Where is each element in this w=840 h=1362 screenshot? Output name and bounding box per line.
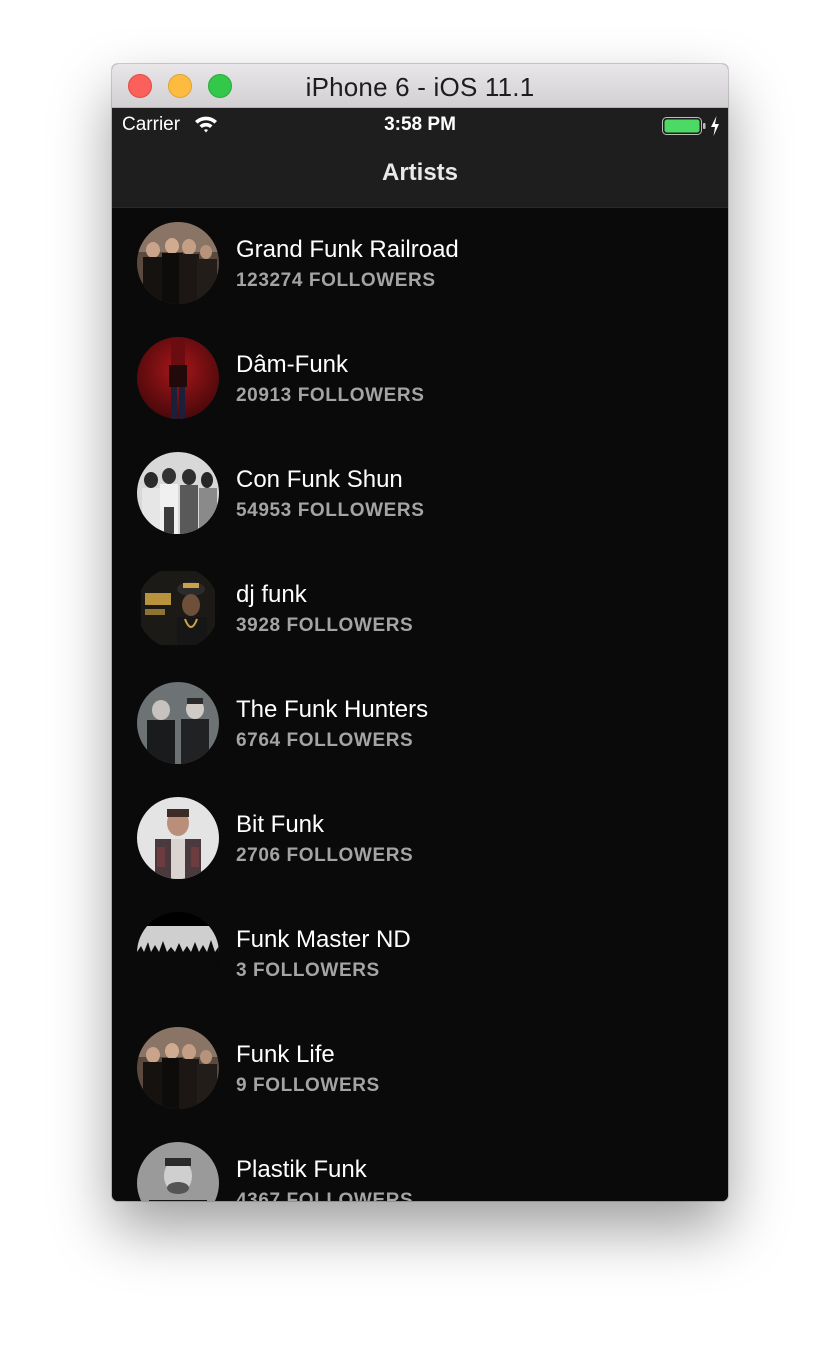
artist-avatar (137, 1142, 219, 1201)
battery-icon (662, 117, 706, 135)
artist-followers: 123274 FOLLOWERS (236, 270, 436, 291)
artist-followers: 6764 FOLLOWERS (236, 730, 414, 751)
artist-row[interactable]: dj funk 3928 FOLLOWERS (112, 553, 728, 668)
artist-avatar (137, 1027, 219, 1109)
artist-avatar (137, 797, 219, 879)
artist-name: dj funk (236, 581, 307, 608)
artist-avatar (137, 682, 219, 764)
artist-followers: 2706 FOLLOWERS (236, 845, 414, 866)
artist-followers: 20913 FOLLOWERS (236, 385, 425, 406)
artist-row[interactable]: Funk Life 9 FOLLOWERS (112, 1013, 728, 1128)
window-title: iPhone 6 - iOS 11.1 (305, 72, 535, 102)
artist-followers: 4367 FOLLOWERS (236, 1190, 414, 1201)
artist-row[interactable]: Plastik Funk 4367 FOLLOWERS (112, 1128, 728, 1201)
charging-bolt-icon (711, 116, 719, 136)
artist-row[interactable]: The Funk Hunters 6764 FOLLOWERS (112, 668, 728, 783)
artist-name: Dâm-Funk (236, 351, 349, 378)
artist-list[interactable]: Grand Funk Railroad 123274 FOLLOWERS Dâm… (112, 208, 728, 1201)
artist-followers: 54953 FOLLOWERS (236, 500, 425, 521)
artist-name: Plastik Funk (236, 1156, 367, 1183)
artist-row[interactable]: Dâm-Funk 20913 FOLLOWERS (112, 323, 728, 438)
artist-name: Grand Funk Railroad (236, 236, 459, 263)
artist-row[interactable]: Funk Master ND 3 FOLLOWERS (112, 898, 728, 1013)
status-bar: Carrier 3:58 PM (112, 108, 728, 144)
artist-row[interactable]: Bit Funk 2706 FOLLOWERS (112, 783, 728, 898)
window-titlebar[interactable]: iPhone 6 - iOS 11.1 (112, 64, 728, 108)
artist-avatar (137, 567, 219, 649)
status-time: 3:58 PM (384, 114, 456, 135)
artist-name: Funk Master ND (236, 926, 411, 953)
artist-name: Funk Life (236, 1041, 335, 1068)
artist-avatar (137, 452, 219, 534)
simulator-window: iPhone 6 - iOS 11.1 Carrier 3:58 PM Arti… (112, 64, 728, 1201)
artist-avatar (137, 337, 219, 419)
artist-name: The Funk Hunters (236, 696, 429, 723)
artist-name: Con Funk Shun (236, 466, 403, 493)
artist-followers: 3928 FOLLOWERS (236, 615, 414, 636)
artist-name: Bit Funk (236, 811, 325, 838)
artist-row[interactable]: Grand Funk Railroad 123274 FOLLOWERS (112, 208, 728, 323)
page-title: Artists (381, 159, 459, 186)
artist-followers: 9 FOLLOWERS (236, 1075, 380, 1096)
artist-avatar (137, 912, 219, 994)
artist-row[interactable]: Con Funk Shun 54953 FOLLOWERS (112, 438, 728, 553)
navigation-bar: Artists (112, 144, 728, 208)
artist-avatar (137, 222, 219, 304)
artist-followers: 3 FOLLOWERS (236, 960, 380, 981)
